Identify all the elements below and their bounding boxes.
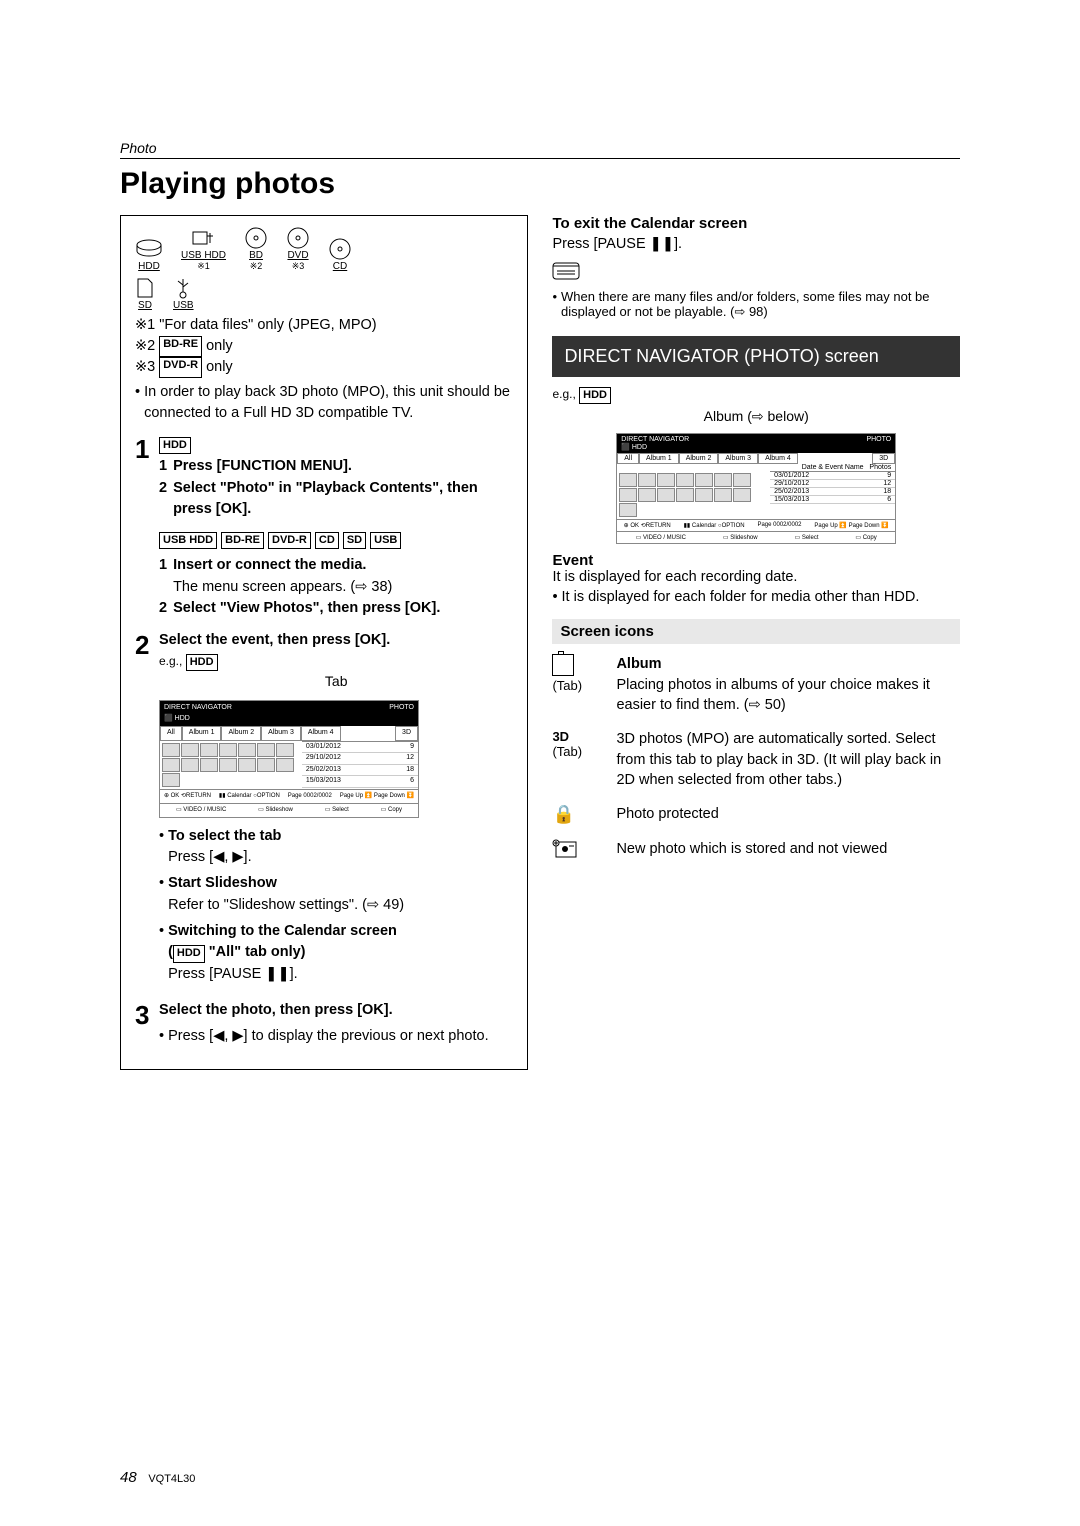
step-1: 1 HDD 1Press [FUNCTION MENU]. 2Select "P… [135, 434, 513, 620]
info-icon [552, 262, 960, 285]
media-bd: BD ※2 [244, 226, 268, 272]
icon-row-new: New photo which is stored and not viewed [552, 839, 960, 862]
media-usb: USB [173, 276, 194, 311]
media-usbhdd: USB HDD ※1 [181, 226, 226, 272]
media-row-2: SD USB [135, 276, 513, 311]
hdd-icon [135, 237, 163, 261]
media-row: HDD USB HDD ※1 BD ※2 [135, 226, 513, 272]
icon-row-3d: 3D(Tab) 3D photos (MPO) are automaticall… [552, 729, 960, 790]
lock-icon: 🔒 [552, 804, 574, 824]
hdd-badge: HDD [159, 437, 191, 454]
step-3: 3 Select the photo, then press [OK]. •Pr… [135, 1000, 513, 1052]
direct-navigator-figure: DIRECT NAVIGATOR⬛ HDDPHOTO AllAlbum 1Alb… [159, 700, 419, 818]
icon-row-protected: 🔒 Photo protected [552, 804, 960, 825]
section-header: Photo [120, 140, 960, 159]
right-column: To exit the Calendar screen Press [PAUSE… [552, 215, 960, 1070]
navigator-heading: DIRECT NAVIGATOR (PHOTO) screen [552, 336, 960, 377]
page-title: Playing photos [120, 167, 960, 201]
usbhdd-icon [190, 226, 218, 250]
direct-navigator-figure-2: DIRECT NAVIGATOR⬛ HDDPHOTO AllAlbum 1Alb… [616, 433, 896, 544]
media-cd: CD [328, 237, 352, 272]
dvd-icon [286, 226, 310, 250]
media-sd: SD [135, 276, 155, 311]
usb-icon [173, 276, 193, 300]
media-dvd: DVD ※3 [286, 226, 310, 272]
new-photo-icon [552, 847, 578, 862]
sd-icon [135, 276, 155, 300]
exit-text: Press [PAUSE ❚❚]. [552, 236, 960, 252]
media-badges: USB HDD BD-RE DVD-R CD SD USB [159, 529, 513, 551]
album-tab-icon [552, 654, 574, 676]
cd-icon [328, 237, 352, 261]
event-heading: Event [552, 552, 960, 569]
left-column: HDD USB HDD ※1 BD ※2 [120, 215, 528, 1070]
album-callout: Album (⇨ below) [552, 408, 960, 425]
page-footer: 48 VQT4L30 [120, 1469, 195, 1486]
icon-table: (Tab) AlbumPlacing photos in albums of y… [552, 654, 960, 862]
footnotes: ※1 "For data files" only (JPEG, MPO) ※2 … [135, 315, 513, 424]
tab-callout: Tab [159, 671, 513, 692]
exit-heading: To exit the Calendar screen [552, 215, 960, 232]
icon-row-album: (Tab) AlbumPlacing photos in albums of y… [552, 654, 960, 715]
bd-icon [244, 226, 268, 250]
media-hdd: HDD [135, 237, 163, 272]
step-2: 2 Select the event, then press [OK]. e.g… [135, 630, 513, 990]
screen-icons-heading: Screen icons [552, 619, 960, 644]
